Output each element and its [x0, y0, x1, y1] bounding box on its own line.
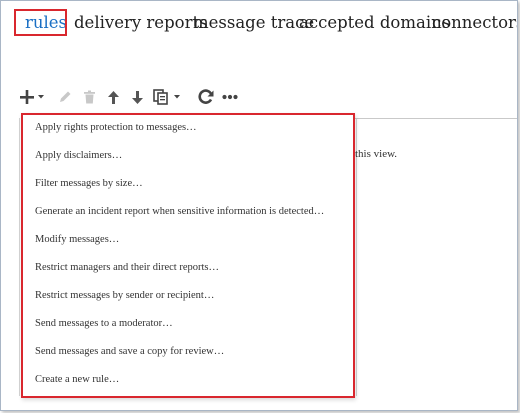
more-options-button[interactable]: [221, 87, 239, 107]
copy-icon: [153, 89, 180, 105]
window-frame: rules delivery reports message trace acc…: [0, 0, 518, 411]
menu-item-send-to-moderator[interactable]: Send messages to a moderator…: [35, 314, 173, 334]
trash-icon: [83, 90, 95, 104]
arrow-down-icon: [131, 90, 143, 104]
new-rule-dropdown-button[interactable]: [19, 87, 49, 107]
menu-item-restrict-managers[interactable]: Restrict managers and their direct repor…: [35, 258, 219, 278]
move-down-button[interactable]: [129, 87, 145, 107]
tab-bar: rules delivery reports message trace acc…: [1, 1, 517, 45]
empty-list-message: this view.: [355, 148, 398, 160]
chevron-down-icon: [174, 95, 180, 99]
new-rule-menu: Apply rights protection to messages… App…: [21, 113, 355, 398]
plus-icon: [20, 90, 44, 104]
menu-item-create-new-rule[interactable]: Create a new rule…: [35, 370, 119, 390]
delete-button[interactable]: [81, 87, 97, 107]
menu-item-modify-messages[interactable]: Modify messages…: [35, 230, 119, 250]
chevron-down-icon: [38, 95, 44, 99]
menu-item-apply-disclaimers[interactable]: Apply disclaimers…: [35, 146, 122, 166]
menu-item-send-and-save-copy[interactable]: Send messages and save a copy for review…: [35, 342, 224, 362]
tab-connectors[interactable]: connectors: [432, 13, 517, 32]
toolbar: [19, 87, 269, 107]
menu-item-restrict-sender-recipient[interactable]: Restrict messages by sender or recipient…: [35, 286, 214, 306]
copy-dropdown-button[interactable]: [153, 87, 185, 107]
menu-item-generate-incident-report[interactable]: Generate an incident report when sensiti…: [35, 202, 324, 222]
tab-message-trace[interactable]: message trace: [193, 13, 314, 32]
list-header-divider: [353, 118, 517, 119]
refresh-icon: [198, 89, 214, 104]
tab-delivery-reports[interactable]: delivery reports: [74, 13, 208, 32]
tab-highlight-box: [14, 9, 67, 36]
edit-button[interactable]: [57, 87, 73, 107]
ellipsis-icon: [222, 94, 238, 100]
pencil-icon: [60, 91, 71, 102]
menu-item-filter-by-size[interactable]: Filter messages by size…: [35, 174, 143, 194]
refresh-button[interactable]: [197, 87, 215, 107]
arrow-up-icon: [107, 90, 119, 104]
move-up-button[interactable]: [105, 87, 121, 107]
menu-item-apply-rights-protection[interactable]: Apply rights protection to messages…: [35, 118, 197, 138]
tab-accepted-domains[interactable]: accepted domains: [299, 13, 450, 32]
